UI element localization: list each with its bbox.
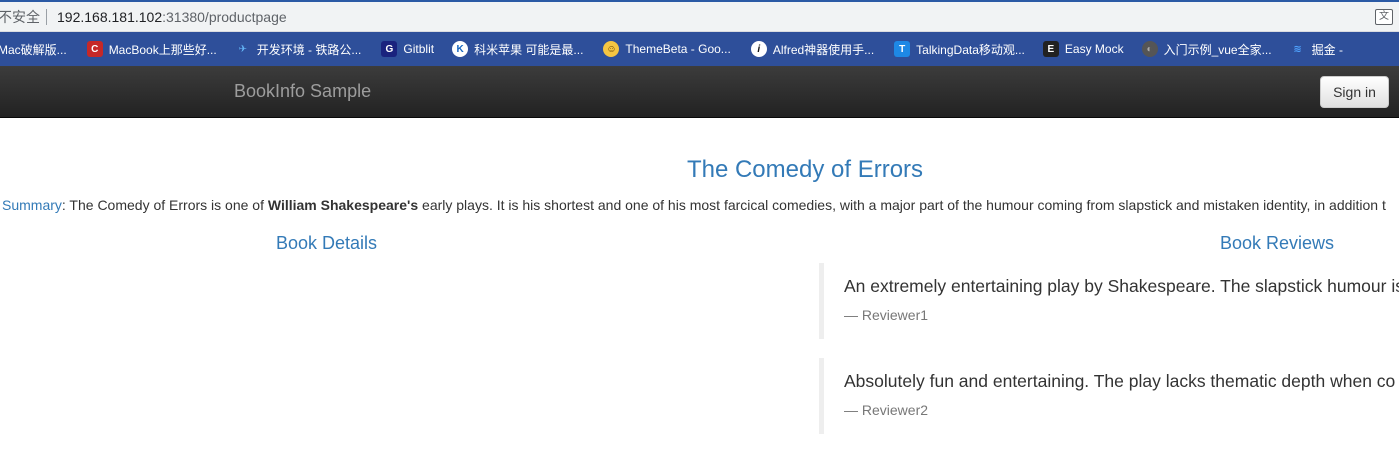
bookmark-plane-icon: ✈ — [238, 43, 247, 55]
review-text: An extremely entertaining play by Shakes… — [844, 276, 1399, 296]
bookmark-juejin-icon: ≋ — [1293, 43, 1302, 55]
bookmark-label: ThemeBeta - Goo... — [625, 42, 731, 56]
address-bar[interactable]: 不安全 192.168.181.102:31380/productpage 文 — [0, 0, 1399, 32]
url-path[interactable]: :31380/productpage — [162, 9, 287, 25]
review-item: Absolutely fun and entertaining. The pla… — [819, 358, 1399, 434]
bookmark-item[interactable]: K 科米苹果 可能是最... — [452, 41, 583, 58]
review-text: Absolutely fun and entertaining. The pla… — [844, 371, 1396, 391]
bookmark-label: 科米苹果 可能是最... — [474, 42, 584, 57]
sign-in-button[interactable]: Sign in — [1320, 76, 1389, 108]
bookmark-easymock-icon: E — [1042, 41, 1059, 57]
bookmark-k-icon: K — [452, 41, 469, 57]
navbar-brand[interactable]: BookInfo Sample — [234, 81, 371, 102]
bookmark-label: TalkingData移动观... — [916, 42, 1025, 57]
bookmark-label: Mac破解版... — [0, 42, 67, 57]
summary-author: William Shakespeare's — [267, 197, 419, 213]
bookmark-info-icon: i — [750, 41, 767, 57]
bookmark-talkingdata-icon: T — [894, 41, 911, 57]
bookmark-gitblit-icon: G — [381, 41, 398, 57]
summary-link[interactable]: Summary — [2, 197, 62, 213]
review-author: — Reviewer2 — [844, 402, 929, 418]
bookmark-themebeta-icon: ☺ — [603, 41, 620, 57]
product-summary: Summary: The Comedy of Errors is one of … — [2, 195, 1399, 215]
page-title: The Comedy of Errors — [686, 156, 924, 183]
address-divider — [46, 8, 47, 25]
bookmark-label: Alfred神器使用手... — [772, 42, 875, 57]
bookmark-item[interactable]: ☺ ThemeBeta - Goo... — [603, 41, 731, 57]
bookmark-label: Easy Mock — [1064, 42, 1124, 56]
bookmark-item[interactable]: ◐ 入门示例_vue全家... — [1141, 41, 1272, 58]
bookmark-item[interactable]: i Alfred神器使用手... — [750, 41, 875, 58]
bookmark-label: 掘金 - — [1311, 42, 1343, 57]
bookmark-item[interactable]: G Gitblit — [381, 41, 434, 57]
url-host[interactable]: 192.168.181.102 — [57, 9, 162, 25]
bookmark-globe-icon: ◐ — [1141, 41, 1158, 57]
bookmark-item[interactable]: E Easy Mock — [1042, 41, 1124, 57]
book-reviews-heading: Book Reviews — [1220, 233, 1335, 253]
bookmarks-bar: Mac破解版... C MacBook上那些好... ✈ 开发环境 - 铁路公.… — [0, 32, 1399, 66]
translate-icon[interactable]: 文 — [1375, 9, 1393, 25]
navbar: BookInfo Sample Sign in — [0, 66, 1399, 118]
summary-text-post: early plays. It is his shortest and one … — [418, 197, 1386, 213]
summary-text-pre: : The Comedy of Errors is one of — [61, 197, 268, 213]
insecure-label[interactable]: 不安全 — [0, 7, 40, 27]
review-item: An extremely entertaining play by Shakes… — [819, 263, 1399, 339]
bookmark-label: Gitblit — [403, 42, 435, 56]
bookmark-item[interactable]: ✈ 开发环境 - 铁路公... — [235, 41, 362, 58]
bookmark-label: 开发环境 - 铁路公... — [256, 42, 362, 57]
bookmark-label: MacBook上那些好... — [108, 42, 217, 57]
bookmark-item[interactable]: Mac破解版... — [0, 41, 67, 58]
bookmark-item[interactable]: T TalkingData移动观... — [894, 41, 1025, 58]
bookmark-c-icon: C — [86, 41, 103, 57]
bookmark-item[interactable]: ≋ 掘金 - — [1290, 41, 1343, 58]
review-author: — Reviewer1 — [844, 307, 929, 323]
bookmark-label: 入门示例_vue全家... — [1163, 42, 1272, 57]
bookmark-item[interactable]: C MacBook上那些好... — [86, 41, 217, 58]
book-details-heading: Book Details — [276, 233, 378, 253]
